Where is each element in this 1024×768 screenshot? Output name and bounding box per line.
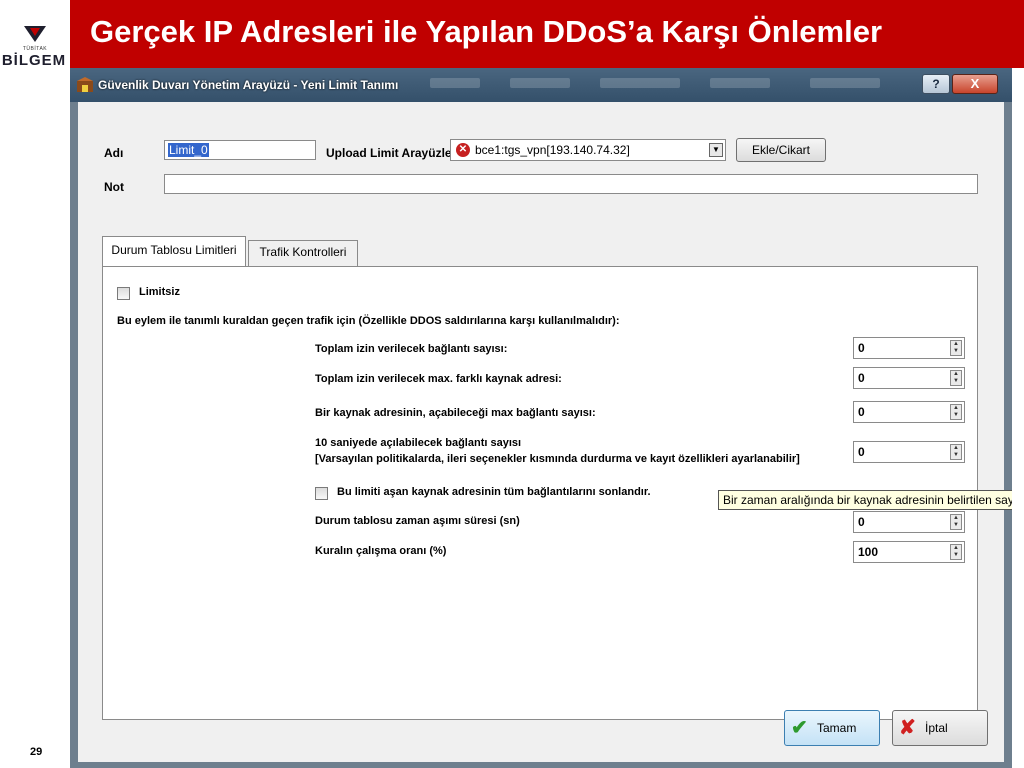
unlimited-label: Limitsiz [139,286,180,298]
spinner-arrows[interactable]: ▲ ▼ [950,544,962,560]
spinner-arrows[interactable]: ▲ ▼ [950,444,962,460]
spinner-value: 0 [858,341,865,355]
upload-interfaces-select[interactable]: ✕ bce1:tgs_vpn[193.140.74.32] ▼ [450,139,726,161]
help-button[interactable]: ? [922,74,950,94]
dialog-window: Güvenlik Duvarı Yönetim Arayüzü - Yeni L… [70,68,1012,768]
ok-button[interactable]: ✔ Tamam [784,710,880,746]
window-title: Güvenlik Duvarı Yönetim Arayüzü - Yeni L… [98,78,399,92]
spinner-value: 0 [858,515,865,529]
field-label-connections-per-10s: 10 saniyede açılabilecek bağlantı sayısı [315,437,522,449]
slide-title-bar: Gerçek IP Adresleri ile Yapılan DDoS’a K… [70,0,1024,68]
background-taskbar-shadow [510,78,570,88]
dialog-body: Adı Limit_0 Upload Limit Arayüzleri ✕ bc… [78,102,1012,762]
close-button[interactable]: X [952,74,998,94]
total-connections-spinner[interactable]: 0 ▲ ▼ [853,337,965,359]
tab-label: Trafik Kontrolleri [259,245,347,259]
app-icon [77,77,93,92]
note-input[interactable] [164,174,978,194]
background-taskbar-shadow [430,78,480,88]
unlimited-checkbox[interactable] [117,287,130,300]
page-title: Gerçek IP Adresleri ile Yapılan DDoS’a K… [90,14,883,49]
logo-text: BİLGEM [1,52,67,69]
name-input[interactable]: Limit_0 [164,140,316,160]
name-input-value: Limit_0 [168,143,209,157]
terminate-connections-checkbox[interactable] [315,487,328,500]
error-icon: ✕ [456,143,470,157]
chevron-down-icon[interactable]: ▼ [709,143,723,157]
upload-interfaces-value: bce1:tgs_vpn[193.140.74.32] [475,143,630,157]
field-label-max-connections-per-source: Bir kaynak adresinin, açabileceği max ba… [315,407,596,419]
spinner-value: 100 [858,545,879,559]
field-label-max-source-addresses: Toplam izin verilecek max. farklı kaynak… [315,373,562,385]
name-label: Adı [104,146,124,160]
tubitak-logo-icon [24,26,46,42]
tooltip: Bir zaman aralığında bir kaynak adresini… [718,490,1012,510]
spinner-arrows[interactable]: ▲ ▼ [950,404,962,420]
tab-state-table-limits[interactable]: Durum Tablosu Limitleri [102,236,246,266]
background-taskbar-shadow [710,78,770,88]
spinner-arrows[interactable]: ▲ ▼ [950,514,962,530]
spinner-value: 0 [858,405,865,419]
connections-per-10s-spinner[interactable]: 0 ▲ ▼ [853,441,965,463]
cancel-button-label: İptal [925,721,948,735]
timeout-label: Durum tablosu zaman aşımı süresi (sn) [315,515,520,527]
checkmark-icon: ✔ [791,717,808,739]
max-source-addresses-spinner[interactable]: 0 ▲ ▼ [853,367,965,389]
tab-traffic-controls[interactable]: Trafik Kontrolleri [248,240,358,266]
page-number: 29 [30,746,43,758]
field-sublabel-connections-per-10s: [Varsayılan politikalarda, ileri seçenek… [315,453,800,465]
tab-label: Durum Tablosu Limitleri [111,243,237,257]
field-label-total-connections: Toplam izin verilecek bağlantı sayısı: [315,343,508,355]
add-remove-button[interactable]: Ekle/Cikart [736,138,826,162]
spinner-arrows[interactable]: ▲ ▼ [950,340,962,356]
cross-icon: ✘ [899,717,916,739]
spinner-arrows[interactable]: ▲ ▼ [950,370,962,386]
background-taskbar-shadow [600,78,680,88]
window-titlebar[interactable]: Güvenlik Duvarı Yönetim Arayüzü - Yeni L… [70,68,1012,102]
upload-label: Upload Limit Arayüzleri [326,146,460,160]
timeout-spinner[interactable]: 0 ▲ ▼ [853,511,965,533]
spinner-value: 0 [858,371,865,385]
panel-description: Bu eylem ile tanımlı kuraldan geçen traf… [117,315,620,327]
note-label: Not [104,180,124,194]
ok-button-label: Tamam [817,721,857,735]
max-connections-per-source-spinner[interactable]: 0 ▲ ▼ [853,401,965,423]
terminate-connections-label: Bu limiti aşan kaynak adresinin tüm bağl… [337,486,651,498]
cancel-button[interactable]: ✘ İptal [892,710,988,746]
ratio-label: Kuralın çalışma oranı (%) [315,545,447,557]
ratio-spinner[interactable]: 100 ▲ ▼ [853,541,965,563]
spinner-value: 0 [858,445,865,459]
logo-area: TÜBİTAK BİLGEM [0,0,70,768]
background-taskbar-shadow [810,78,880,88]
